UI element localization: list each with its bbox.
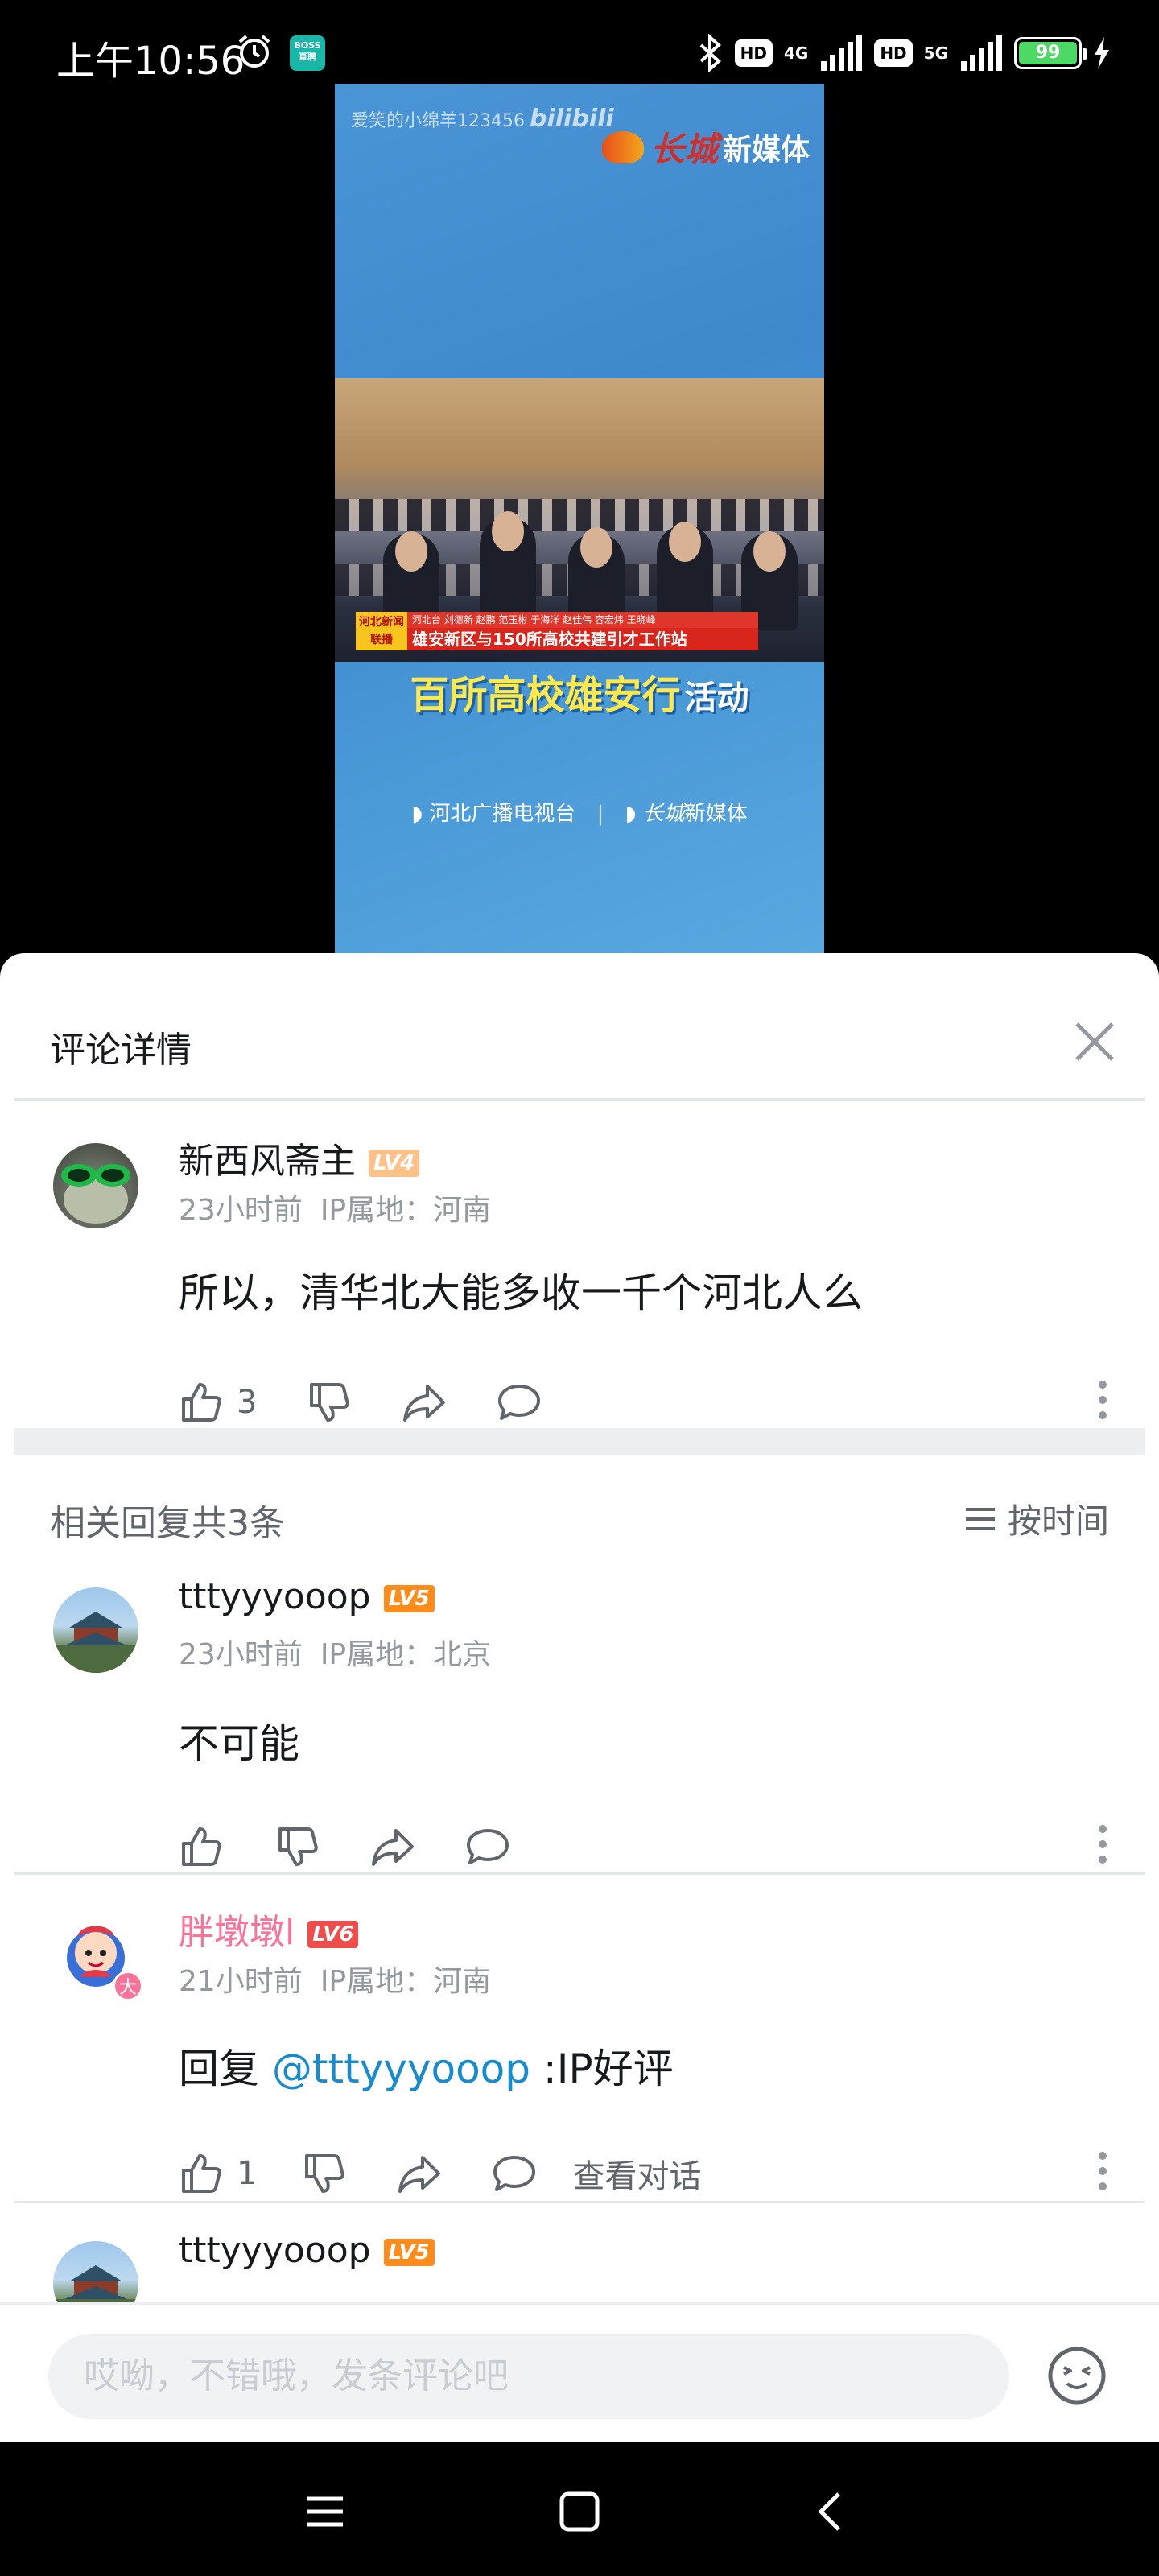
avatar[interactable]: 大 xyxy=(53,1913,143,2001)
status-right: HD 4G HD 5G 99 xyxy=(696,31,1111,76)
boss-app-icon: BOSS直聘 xyxy=(290,35,325,71)
comment-bubble-icon xyxy=(498,1385,541,1420)
thumbs-down-icon xyxy=(278,1827,318,1866)
video-frame-meeting: 河北新闻联播 河北台 刘德新 赵鹏 范玉彬 于海洋 赵佳伟 容宏炜 王晓峰 雄安… xyxy=(335,378,824,662)
comment-text: 所以，清华北大能多收一千个河北人么 xyxy=(179,1269,863,1316)
dislike-button[interactable] xyxy=(307,1380,352,1425)
menu-icon[interactable] xyxy=(301,2487,349,2536)
share-icon xyxy=(372,1829,414,1866)
emoji-icon[interactable] xyxy=(1046,2345,1107,2406)
reply-button[interactable] xyxy=(465,1824,510,1869)
replies-count: 相关回复共3条 xyxy=(50,1503,285,1544)
username[interactable]: 胖墩墩l LV6 xyxy=(179,1903,359,1955)
more-options-icon[interactable] xyxy=(1098,1380,1107,1420)
share-button[interactable] xyxy=(397,2151,442,2196)
level-badge: LV5 xyxy=(383,2239,435,2266)
battery-icon: 99 xyxy=(1014,37,1087,69)
comment-detail-sheet: 评论详情 新西风斋主 LV4 23小时前 IP属地：河南 所以，清华北大能多收一千个… xyxy=(0,953,1159,2442)
comment-text: 不可能 xyxy=(179,1720,299,1767)
username[interactable]: tttyyyooop LV5 xyxy=(179,2230,435,2271)
level-badge: LV4 xyxy=(369,1150,420,1177)
system-nav-bar xyxy=(0,2442,1159,2576)
network-5g: 5G xyxy=(923,43,948,63)
comment-actions: 3 xyxy=(179,1378,592,1426)
video-headline: 百所高校雄安行 活动 xyxy=(410,673,749,718)
reply-divider xyxy=(14,1872,1145,1875)
home-icon[interactable] xyxy=(555,2487,604,2536)
bluetooth-icon xyxy=(699,34,721,72)
media-logo: 长城 新媒体 xyxy=(601,122,810,171)
comment-meta: 21小时前 IP属地：河南 xyxy=(179,1965,492,1998)
sort-by-time-button[interactable]: 按时间 xyxy=(963,1494,1109,1543)
username[interactable]: tttyyyooop LV5 xyxy=(179,1576,435,1617)
comment-input[interactable]: 哎呦，不错哦，发条评论吧 xyxy=(48,2334,1009,2419)
thumbs-up-icon xyxy=(182,2154,221,2193)
view-conversation-link[interactable]: 查看对话 xyxy=(572,2150,701,2197)
like-button[interactable] xyxy=(179,1824,224,1869)
status-time: 上午10:56 xyxy=(56,39,245,84)
comment-input-bar: 哎呦，不错哦，发条评论吧 xyxy=(0,2302,1159,2442)
media-logo-mark-icon xyxy=(601,130,644,163)
mention-link[interactable]: @tttyyyooop xyxy=(272,2046,530,2092)
frog-avatar-icon xyxy=(61,1164,130,1224)
close-icon[interactable] xyxy=(1070,1018,1119,1066)
reply-button[interactable] xyxy=(497,1380,542,1425)
changcheng-logo-icon: ◗ xyxy=(625,802,643,826)
video-watermark: 爱笑的小绵羊123456 bilibili xyxy=(351,105,614,133)
comment-bubble-icon xyxy=(493,2156,536,2191)
hd-badge-2: HD xyxy=(874,39,913,67)
alarm-icon xyxy=(238,35,270,68)
section-divider xyxy=(14,1428,1145,1455)
comment-text: 回复 @tttyyyooop :IP好评 xyxy=(179,2046,674,2092)
thumbs-down-icon xyxy=(310,1383,350,1422)
sort-list-icon xyxy=(965,1507,995,1530)
share-button[interactable] xyxy=(370,1824,415,1869)
news-caption-tag: 河北新闻联播 xyxy=(356,612,407,650)
avatar[interactable] xyxy=(53,1143,138,1228)
dislike-button[interactable] xyxy=(275,1824,320,1869)
video-footer: ◗ 河北广播电视台 | ◗ 长城新媒体 xyxy=(411,802,748,826)
reply-divider xyxy=(14,2201,1145,2203)
signal-icon xyxy=(821,35,863,71)
hebei-tv-logo-icon: ◗ xyxy=(411,802,430,826)
temple-avatar-icon xyxy=(53,1612,138,1673)
dislike-button[interactable] xyxy=(302,2151,347,2196)
sheet-title: 评论详情 xyxy=(50,1030,192,1071)
username[interactable]: 新西风斋主 LV4 xyxy=(179,1132,420,1183)
comment-actions: 1 查看对话 xyxy=(179,2149,701,2198)
level-badge: LV6 xyxy=(307,1921,359,1948)
vip-badge: 大 xyxy=(113,1971,143,2001)
header-divider xyxy=(14,1098,1145,1101)
network-4g: 4G xyxy=(783,43,809,63)
charging-icon xyxy=(1095,37,1109,69)
hd-badge: HD xyxy=(734,39,773,67)
comment-actions xyxy=(179,1823,560,1871)
comment-meta: 23小时前 IP属地：北京 xyxy=(179,1638,492,1671)
comment-meta: 23小时前 IP属地：河南 xyxy=(179,1194,492,1227)
back-icon[interactable] xyxy=(808,2487,856,2536)
share-icon xyxy=(398,2156,441,2193)
thumbs-up-icon xyxy=(182,1383,221,1422)
share-icon xyxy=(403,1385,446,1422)
like-button[interactable]: 1 xyxy=(179,2151,257,2196)
video-player[interactable]: 爱笑的小绵羊123456 bilibili 长城 新媒体 河北新闻联播 河北台 刘… xyxy=(335,84,824,953)
signal-icon-2 xyxy=(961,35,1002,71)
level-badge: LV5 xyxy=(383,1585,435,1612)
more-options-icon[interactable] xyxy=(1098,2151,1107,2191)
like-button[interactable]: 3 xyxy=(179,1380,257,1425)
share-button[interactable] xyxy=(402,1380,447,1425)
news-caption: 河北新闻联播 河北台 刘德新 赵鹏 范玉彬 于海洋 赵佳伟 容宏炜 王晓峰 雄安… xyxy=(356,612,758,650)
more-options-icon[interactable] xyxy=(1098,1824,1107,1864)
thumbs-down-icon xyxy=(305,2154,345,2193)
avatar[interactable] xyxy=(53,1587,138,1673)
thumbs-up-icon xyxy=(182,1827,221,1866)
reply-button[interactable] xyxy=(492,2151,537,2196)
comment-bubble-icon xyxy=(467,1829,509,1864)
battery-level: 99 xyxy=(1019,42,1077,64)
